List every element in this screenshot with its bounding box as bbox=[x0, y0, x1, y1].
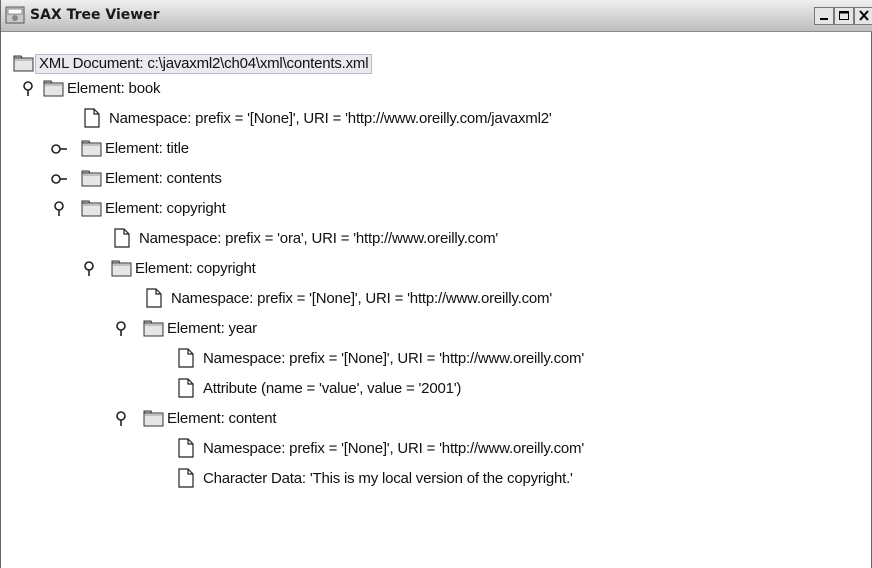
tree-node[interactable]: Namespace: prefix = '[None]', URI = 'htt… bbox=[1, 287, 721, 311]
expanded-toggle-icon[interactable] bbox=[20, 81, 36, 97]
tree-node-label: Namespace: prefix = '[None]', URI = 'htt… bbox=[171, 290, 552, 307]
sax-tree-viewer-window: SAX Tree Viewer XML Document: c:\javaxml… bbox=[0, 0, 872, 568]
tree-node[interactable]: Element: content bbox=[1, 407, 361, 431]
collapsed-toggle-icon[interactable] bbox=[51, 171, 67, 187]
expanded-toggle-icon[interactable] bbox=[113, 411, 129, 427]
tree-node-label: Element: content bbox=[167, 410, 277, 427]
tree-root-label: XML Document: c:\javaxml2\ch04\xml\conte… bbox=[35, 54, 373, 74]
tree-node[interactable]: Namespace: prefix = 'ora', URI = 'http:/… bbox=[1, 227, 681, 251]
folder-icon bbox=[81, 140, 102, 157]
tree-node[interactable]: Namespace: prefix = '[None]', URI = 'htt… bbox=[1, 347, 751, 371]
tree-node-label: Namespace: prefix = '[None]', URI = 'htt… bbox=[109, 110, 552, 127]
minimize-icon bbox=[820, 18, 828, 20]
tree-node[interactable]: Element: title bbox=[1, 137, 301, 161]
minimize-button[interactable] bbox=[814, 7, 834, 25]
tree-node[interactable]: Element: copyright bbox=[1, 197, 321, 221]
tree-node-label: Element: contents bbox=[105, 170, 222, 187]
folder-icon bbox=[81, 170, 102, 187]
tree-node[interactable]: Character Data: 'This is my local versio… bbox=[1, 467, 751, 491]
folder-icon bbox=[143, 320, 164, 337]
window-title: SAX Tree Viewer bbox=[30, 7, 160, 23]
tree-node-label: Namespace: prefix = 'ora', URI = 'http:/… bbox=[139, 230, 499, 247]
folder-icon bbox=[13, 55, 34, 72]
tree-node[interactable]: Element: copyright bbox=[1, 257, 361, 281]
expanded-toggle-icon[interactable] bbox=[81, 261, 97, 277]
document-icon bbox=[146, 288, 162, 308]
maximize-button[interactable] bbox=[834, 7, 854, 25]
document-icon bbox=[114, 228, 130, 248]
document-icon bbox=[178, 378, 194, 398]
tree-node[interactable]: Element: book bbox=[1, 77, 481, 101]
tree-root[interactable]: XML Document: c:\javaxml2\ch04\xml\conte… bbox=[1, 52, 521, 76]
close-icon bbox=[859, 10, 869, 21]
app-icon bbox=[5, 6, 25, 24]
document-icon bbox=[178, 438, 194, 458]
tree-node[interactable]: Element: year bbox=[1, 317, 361, 341]
tree-node-label: Element: book bbox=[67, 80, 161, 97]
tree-node[interactable]: Element: contents bbox=[1, 167, 321, 191]
tree-view[interactable]: XML Document: c:\javaxml2\ch04\xml\conte… bbox=[1, 45, 872, 568]
folder-icon bbox=[111, 260, 132, 277]
maximize-icon bbox=[839, 11, 849, 20]
tree-node[interactable]: Namespace: prefix = '[None]', URI = 'htt… bbox=[1, 107, 741, 131]
tree-node-label: Namespace: prefix = '[None]', URI = 'htt… bbox=[203, 350, 584, 367]
folder-icon bbox=[81, 200, 102, 217]
tree-node-label: Element: copyright bbox=[105, 200, 226, 217]
title-bar[interactable]: SAX Tree Viewer bbox=[1, 0, 872, 32]
expanded-toggle-icon[interactable] bbox=[51, 201, 67, 217]
expanded-toggle-icon[interactable] bbox=[113, 321, 129, 337]
folder-icon bbox=[43, 80, 64, 97]
tree-node-label: Element: copyright bbox=[135, 260, 256, 277]
document-icon bbox=[178, 348, 194, 368]
tree-node[interactable]: Namespace: prefix = '[None]', URI = 'htt… bbox=[1, 437, 751, 461]
tree-node-label: Element: year bbox=[167, 320, 257, 337]
tree-node-label: Namespace: prefix = '[None]', URI = 'htt… bbox=[203, 440, 584, 457]
tree-node-label: Character Data: 'This is my local versio… bbox=[203, 470, 573, 487]
document-icon bbox=[178, 468, 194, 488]
tree-node[interactable]: Attribute (name = 'value', value = '2001… bbox=[1, 377, 601, 401]
tree-node-label: Element: title bbox=[105, 140, 189, 157]
folder-icon bbox=[143, 410, 164, 427]
document-icon bbox=[84, 108, 100, 128]
close-button[interactable] bbox=[854, 7, 872, 25]
collapsed-toggle-icon[interactable] bbox=[51, 141, 67, 157]
tree-node-label: Attribute (name = 'value', value = '2001… bbox=[203, 380, 462, 397]
